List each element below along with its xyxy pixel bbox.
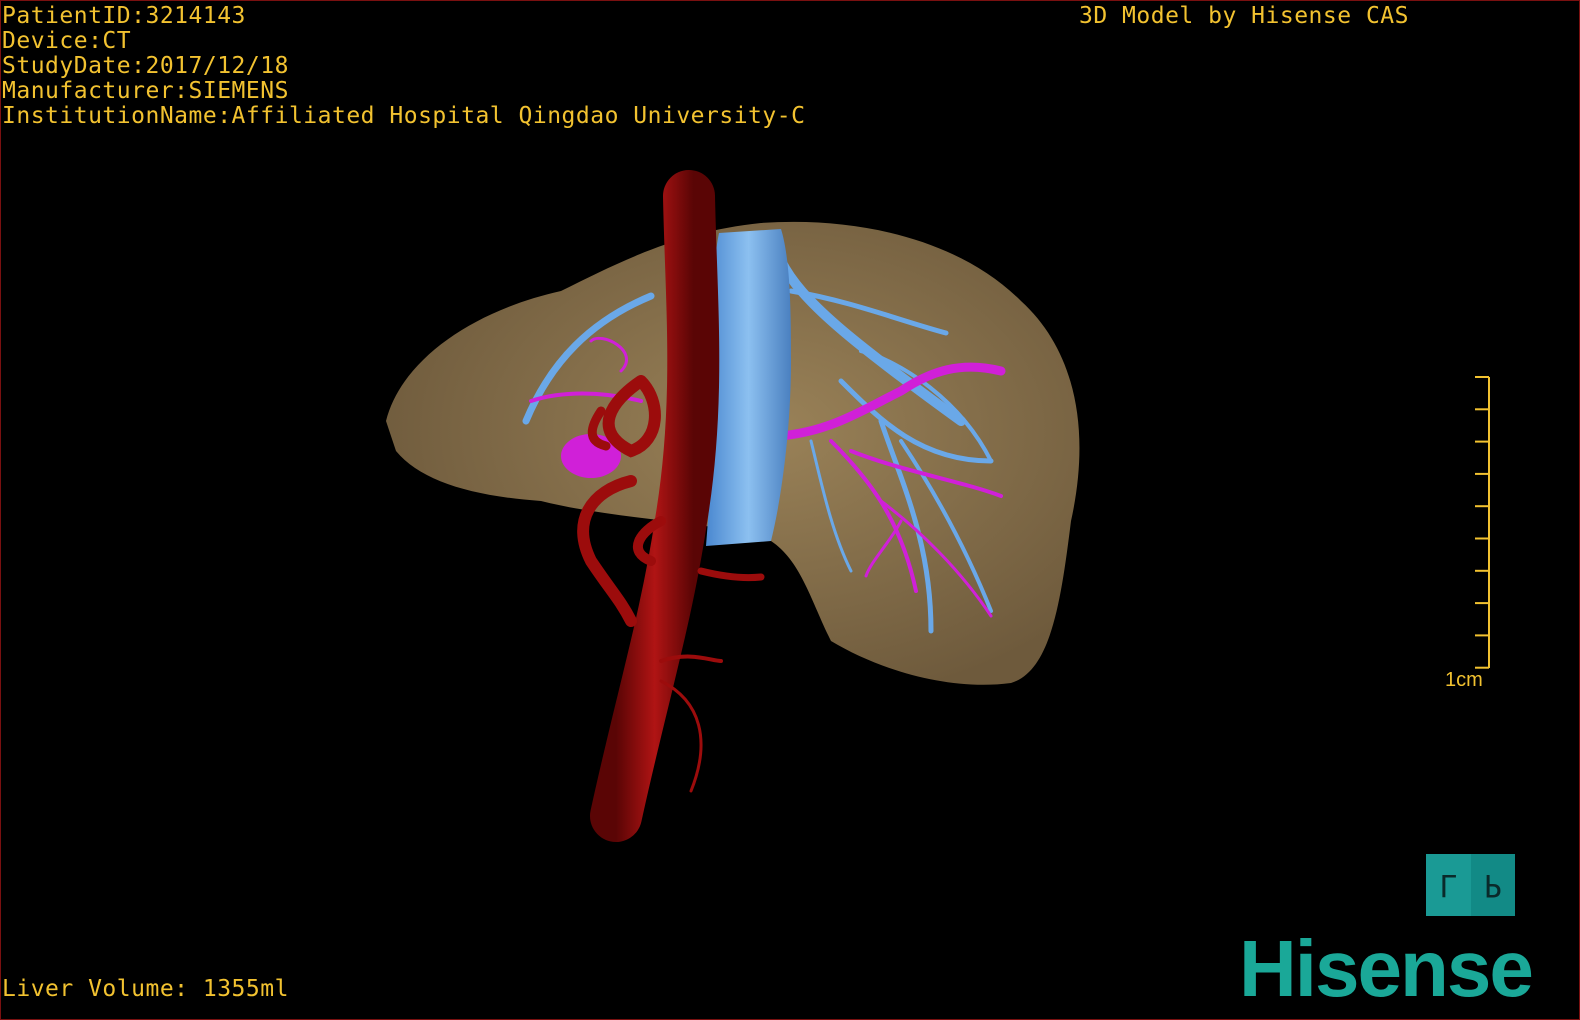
scale-bar-label: 1cm (1445, 669, 1483, 691)
study-date: StudyDate:2017/12/18 (2, 53, 289, 79)
3d-viewer[interactable]: PatientID:3214143 Device:CT StudyDate:2017… (0, 0, 1580, 1020)
study-info: PatientID:3214143 Device:CT StudyDate:2017… (2, 4, 805, 129)
device: Device:CT (2, 28, 132, 54)
orientation-cube[interactable]: L P (1426, 854, 1515, 916)
orientation-left: L (1426, 854, 1471, 916)
institution-name: InstitutionName:Affiliated Hospital Qing… (2, 103, 806, 129)
liver-volume: Liver Volume: 1355ml (2, 976, 289, 1002)
orientation-right: P (1470, 854, 1515, 916)
hisense-logo: Hisense (1239, 924, 1534, 1013)
scale-bar (1475, 376, 1490, 669)
patient-id: PatientID:3214143 (2, 3, 246, 29)
manufacturer: Manufacturer:SIEMENS (2, 78, 289, 104)
brand-caption: 3D Model by Hisense CAS (1079, 3, 1409, 29)
3d-liver-model[interactable] (1, 1, 1579, 1019)
